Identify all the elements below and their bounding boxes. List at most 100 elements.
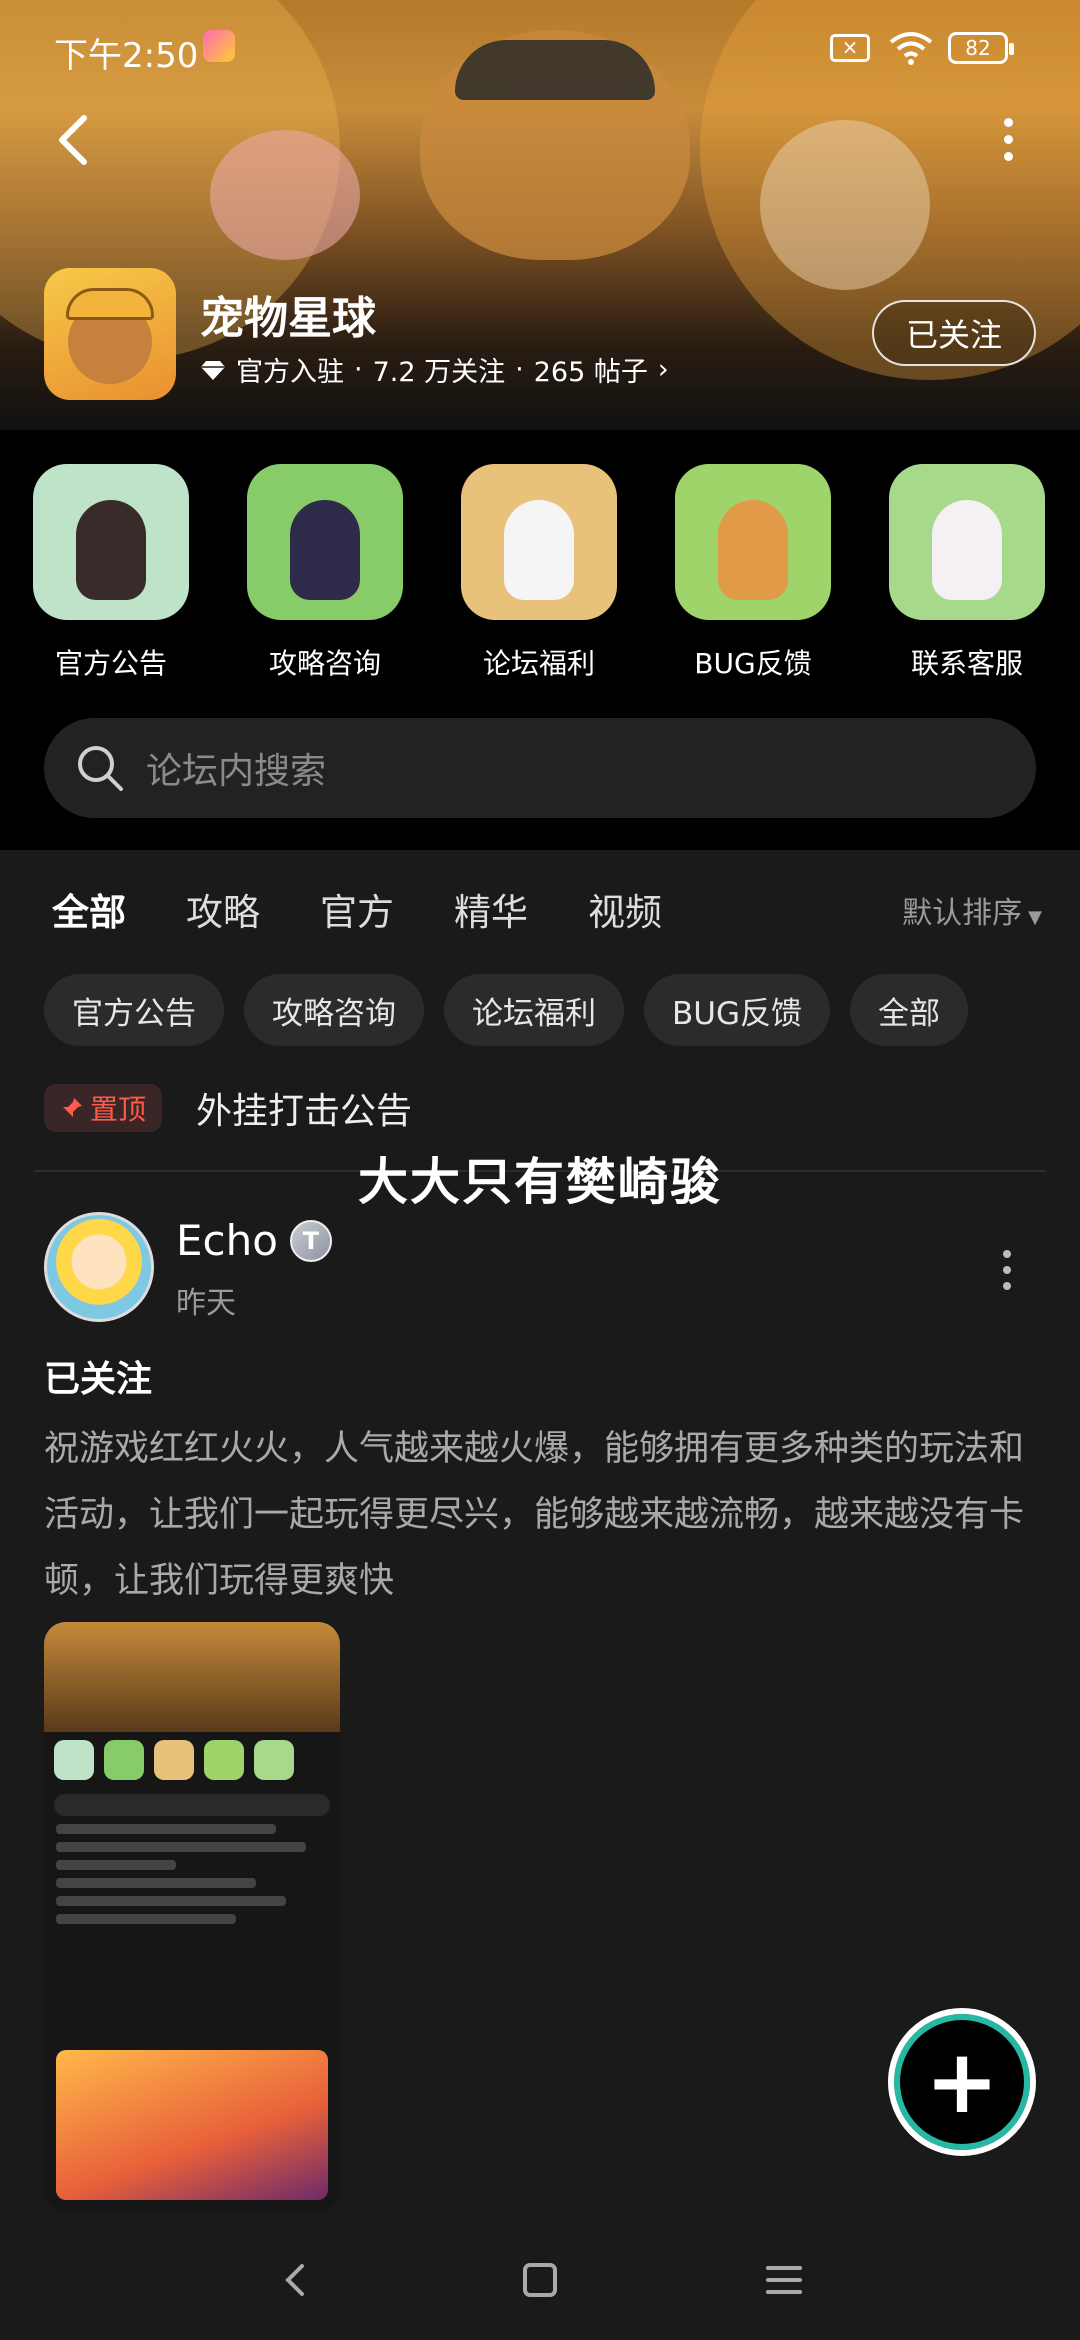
mini-icon (54, 1740, 94, 1780)
post-title[interactable]: 已关注 (44, 1350, 152, 1402)
search-icon (78, 746, 123, 791)
caret-down-icon: ▼ (1028, 907, 1042, 928)
pinned-badge-text: 置顶 (90, 1093, 147, 1126)
nav-menu-icon[interactable] (760, 2256, 808, 2304)
content-tabs: 全部 攻略 官方 精华 视频 (52, 882, 662, 940)
chip-all[interactable]: 全部 (849, 974, 968, 1046)
wifi-icon (889, 32, 933, 65)
more-options-icon[interactable] (996, 118, 1020, 168)
sort-label: 默认排序 (902, 896, 1023, 931)
entry-label: 联系客服 (910, 647, 1023, 680)
create-post-button[interactable]: + (888, 2008, 1036, 2156)
chip-bug-feedback[interactable]: BUG反馈 (644, 974, 830, 1046)
post-time: 昨天 (176, 1286, 236, 1321)
nav-back-icon[interactable] (272, 2256, 320, 2304)
entry-bug-feedback[interactable]: BUG反馈 (675, 464, 831, 682)
mini-icon (254, 1740, 294, 1780)
entry-thumbnail (247, 464, 403, 620)
tab-official[interactable]: 官方 (320, 882, 394, 936)
entry-label: BUG反馈 (694, 647, 812, 680)
status-time: 下午2:50 (54, 36, 199, 76)
mini-line (56, 1914, 236, 1924)
banner-cat-character (210, 130, 360, 260)
helmet (66, 288, 154, 320)
mini-search (54, 1794, 330, 1816)
entry-character (932, 500, 1002, 600)
chip-official-notice[interactable]: 官方公告 (44, 974, 224, 1046)
game-app-icon (203, 30, 235, 62)
plus-icon: + (925, 2030, 999, 2133)
followers-count: 7.2 万关注 (372, 357, 506, 388)
pin-icon (63, 1098, 82, 1117)
banner-clown-character (760, 120, 930, 290)
dot (1003, 1282, 1011, 1290)
avatar[interactable] (44, 1212, 154, 1322)
entry-official-notice[interactable]: 官方公告 (33, 464, 189, 682)
chevron-right-icon: › (657, 354, 669, 385)
game-icon[interactable] (44, 268, 176, 400)
system-nav-bar (0, 2220, 1080, 2340)
dot (1003, 1250, 1011, 1258)
entry-thumbnail (461, 464, 617, 620)
post-body[interactable]: 祝游戏红红火火，人气越来越火爆，能够拥有更多种类的玩法和活动，让我们一起玩得更尽… (44, 1416, 1044, 1614)
tab-all[interactable]: 全部 (52, 882, 126, 940)
mini-line (56, 1860, 176, 1870)
pinned-post[interactable]: 置顶 外挂打击公告 (44, 1082, 412, 1134)
tab-featured[interactable]: 精华 (454, 882, 528, 936)
sim-off-icon: × (830, 34, 870, 62)
entry-thumbnail (675, 464, 831, 620)
feed: 全部 攻略 官方 精华 视频 默认排序 ▼ 官方公告 攻略咨询 论坛福利 BUG反… (0, 850, 1080, 2220)
mini-line (56, 1824, 276, 1834)
post-author[interactable]: Echo T (176, 1216, 332, 1265)
tab-video[interactable]: 视频 (588, 882, 662, 936)
meta-separator: · (354, 354, 363, 385)
entry-thumbnail (889, 464, 1045, 620)
mini-entries (44, 1732, 340, 1788)
diamond-icon (201, 360, 225, 380)
game-meta[interactable]: 官方入驻 · 7.2 万关注 · 265 帖子 › (200, 350, 669, 389)
dot (1003, 118, 1013, 127)
entry-forum-welfare[interactable]: 论坛福利 (461, 464, 617, 682)
chip-strategy[interactable]: 攻略咨询 (244, 974, 424, 1046)
posts-count: 265 帖子 (533, 357, 648, 388)
search-placeholder: 论坛内搜索 (146, 751, 327, 792)
dot (1003, 135, 1013, 144)
mini-line (56, 1842, 306, 1852)
mini-line (56, 1878, 256, 1888)
back-arrow-icon[interactable] (50, 110, 100, 170)
search-input[interactable]: 论坛内搜索 (44, 718, 1036, 818)
category-chips: 官方公告 攻略咨询 论坛福利 BUG反馈 全部 (44, 974, 968, 1046)
nav-home-icon[interactable] (516, 2256, 564, 2304)
entry-customer-service[interactable]: 联系客服 (889, 464, 1045, 682)
dot (1003, 1266, 1011, 1274)
status-bar: 下午2:50 × 82 (0, 0, 1080, 96)
tab-guides[interactable]: 攻略 (186, 882, 260, 936)
mini-line (56, 1896, 286, 1906)
sort-dropdown[interactable]: 默认排序 ▼ (902, 888, 1042, 932)
entry-label: 官方公告 (54, 647, 167, 680)
user-level-badge: T (289, 1219, 332, 1262)
pinned-title: 外挂打击公告 (196, 1091, 413, 1132)
mini-icon (154, 1740, 194, 1780)
follow-button[interactable]: 已关注 (872, 300, 1036, 366)
mini-icon (104, 1740, 144, 1780)
post-image[interactable] (44, 1622, 340, 2212)
entry-thumbnail (33, 464, 189, 620)
entry-label: 攻略咨询 (268, 647, 381, 680)
post-more-icon[interactable] (1003, 1250, 1011, 1290)
dot (1003, 152, 1013, 161)
author-name: Echo (176, 1216, 278, 1265)
entry-character (718, 500, 788, 600)
entry-character (76, 500, 146, 600)
chip-forum-welfare[interactable]: 论坛福利 (444, 974, 624, 1046)
overlay-caption: 大大只有樊崎骏 (358, 1153, 722, 1211)
entry-character (504, 500, 574, 600)
meta-separator: · (515, 354, 524, 385)
official-label: 官方入驻 (236, 357, 344, 388)
pinned-badge: 置顶 (44, 1084, 163, 1132)
mini-icon (204, 1740, 244, 1780)
entry-strategy[interactable]: 攻略咨询 (247, 464, 403, 682)
game-title: 宠物星球 (200, 293, 376, 344)
mini-header (44, 1622, 340, 1732)
entry-label: 论坛福利 (482, 647, 595, 680)
